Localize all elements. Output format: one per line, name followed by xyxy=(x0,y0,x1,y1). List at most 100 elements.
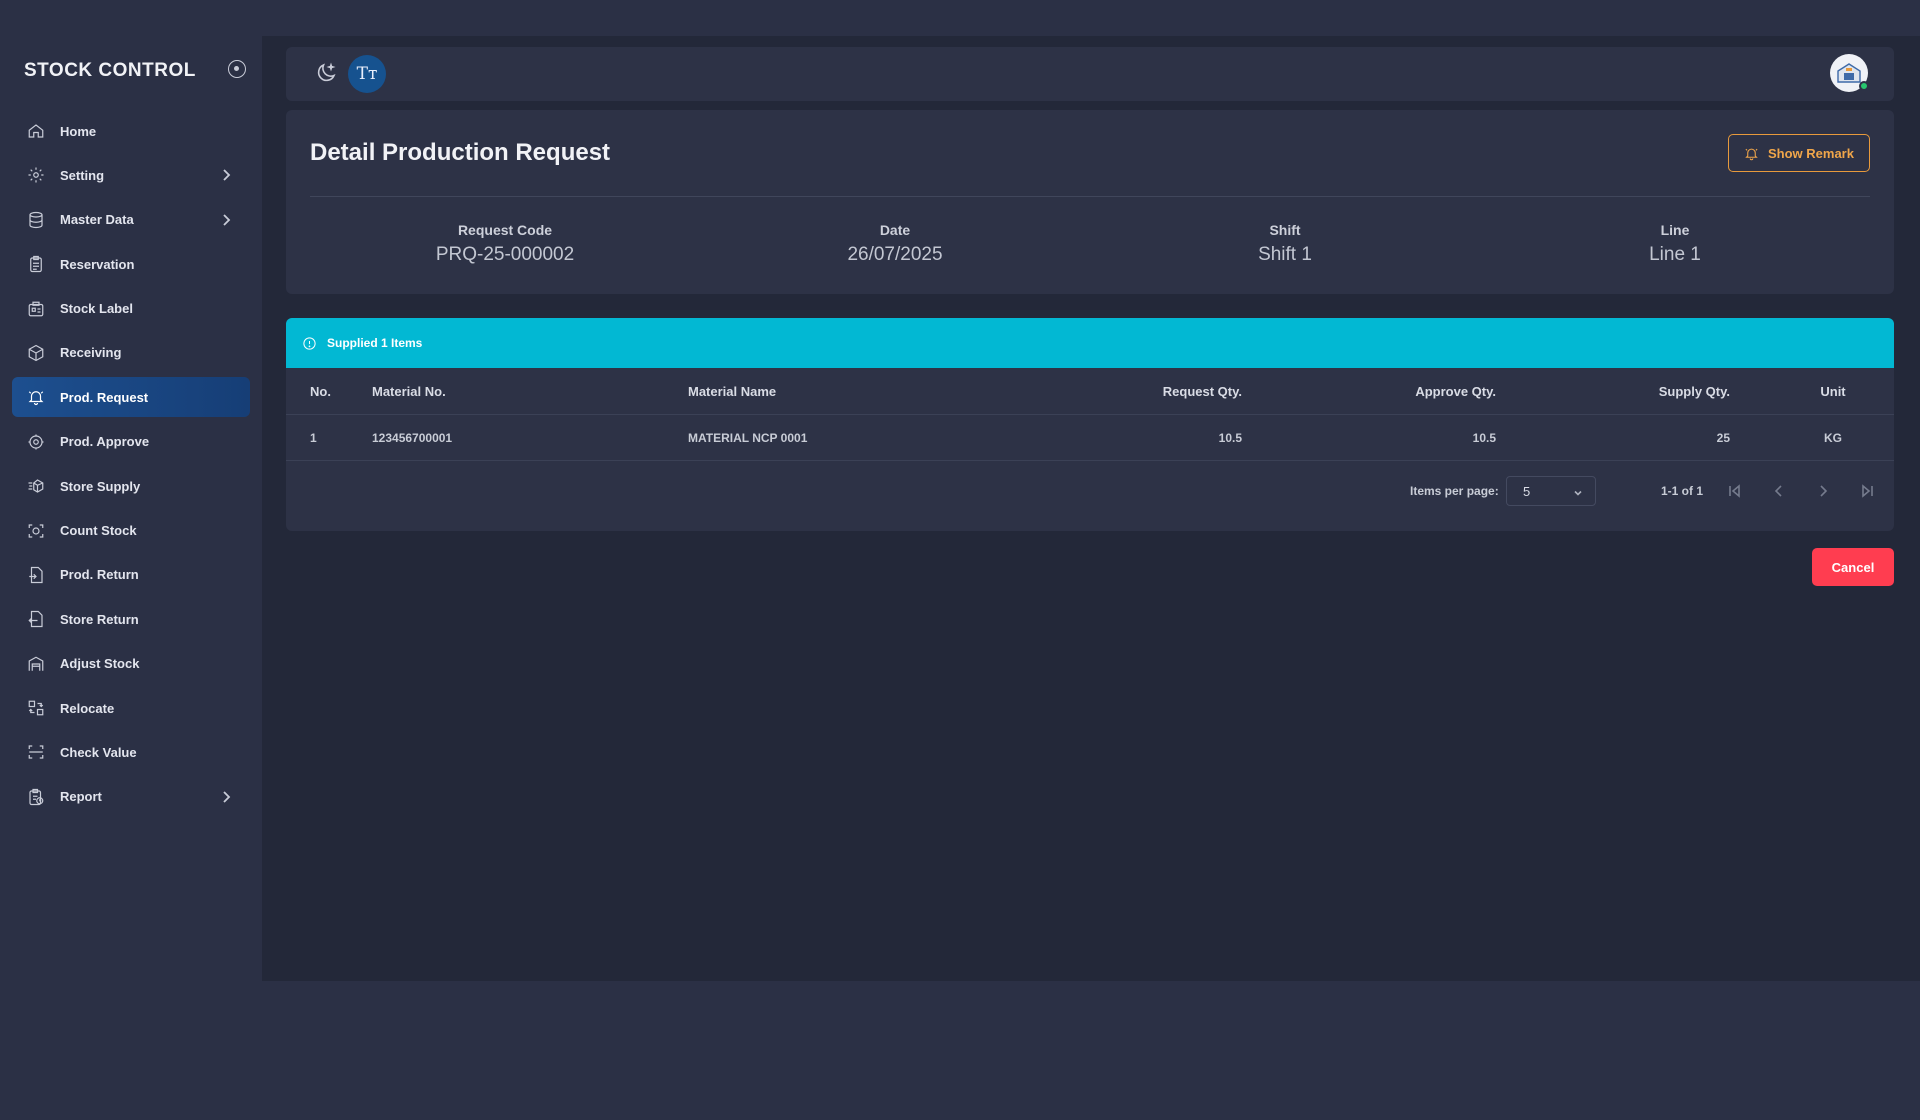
info-icon xyxy=(303,336,316,350)
sidebar-item-home[interactable]: Home xyxy=(12,111,250,151)
scan-icon xyxy=(26,521,46,541)
label-icon xyxy=(26,299,46,319)
sidebar-item-label: Prod. Request xyxy=(60,389,149,405)
cell-request-qty: 10.5 xyxy=(1218,430,1242,445)
info-label: Shift xyxy=(1269,222,1301,238)
cancel-button[interactable]: Cancel xyxy=(1812,548,1894,586)
last-page-icon xyxy=(1862,484,1873,498)
sidebar-item-count-stock[interactable]: Count Stock xyxy=(12,511,250,551)
table-header: No. Material No. Material Name Request Q… xyxy=(286,368,1894,415)
paginator: Items per page: 5 1-1 of 1 xyxy=(286,461,1894,523)
show-remark-button[interactable]: Show Remark xyxy=(1728,134,1870,172)
page-title: Detail Production Request xyxy=(310,139,611,166)
package-icon xyxy=(26,343,46,363)
database-icon xyxy=(26,210,46,230)
col-supply-qty[interactable]: Supply Qty. xyxy=(1659,368,1730,414)
col-approve-qty[interactable]: Approve Qty. xyxy=(1415,368,1496,414)
sidebar-item-master-data[interactable]: Master Data xyxy=(12,200,250,240)
chevron-right-icon xyxy=(218,789,234,805)
sidebar-item-label: Check Value xyxy=(60,744,137,760)
sidebar-item-stock-label[interactable]: Stock Label xyxy=(12,289,250,329)
warehouse-logo-icon xyxy=(1837,63,1861,83)
online-status-dot xyxy=(1859,81,1869,91)
sidebar-item-label: Count Stock xyxy=(60,523,137,539)
info-label: Date xyxy=(879,222,911,238)
items-per-page-label: Items per page: xyxy=(1410,484,1499,498)
warehouse-icon xyxy=(26,654,46,674)
sidebar-item-report[interactable]: Report xyxy=(12,777,250,817)
sidebar-item-prod-return[interactable]: Prod. Return xyxy=(12,555,250,595)
sidebar-item-label: Relocate xyxy=(60,700,115,716)
bell-icon xyxy=(26,387,46,407)
font-size-button[interactable]: Tт xyxy=(348,55,386,93)
sidebar-item-label: Setting xyxy=(60,167,105,183)
cell-material-name: MATERIAL NCP 0001 xyxy=(688,430,808,445)
items-table-card: Supplied 1 Items No. Material No. Materi… xyxy=(286,318,1894,531)
info-request-code: Request Code PRQ-25-000002 xyxy=(310,222,700,266)
sidebar-item-label: Prod. Return xyxy=(60,567,139,583)
cell-unit: KG xyxy=(1824,430,1842,445)
sidebar-item-store-supply[interactable]: Store Supply xyxy=(12,466,250,506)
info-shift: Shift Shift 1 xyxy=(1090,222,1480,266)
items-per-page-value: 5 xyxy=(1523,483,1531,499)
sidebar-item-adjust-stock[interactable]: Adjust Stock xyxy=(12,644,250,684)
bell-icon xyxy=(1745,148,1758,160)
sidebar-item-label: Receiving xyxy=(60,345,122,361)
sidebar-item-prod-approve[interactable]: Prod. Approve xyxy=(12,422,250,462)
sidebar-item-label: Reservation xyxy=(60,256,135,272)
info-line: Line Line 1 xyxy=(1480,222,1870,266)
sidebar-item-label: Prod. Approve xyxy=(60,434,150,450)
sidebar-item-check-value[interactable]: Check Value xyxy=(12,732,250,772)
cell-approve-qty: 10.5 xyxy=(1472,430,1496,445)
supplied-alert: Supplied 1 Items xyxy=(286,318,1894,368)
table-row[interactable]: 1 123456700001 MATERIAL NCP 0001 10.5 10… xyxy=(286,415,1894,461)
col-material-no[interactable]: Material No. xyxy=(372,368,446,414)
info-date: Date 26/07/2025 xyxy=(700,222,1090,266)
page-range: 1-1 of 1 xyxy=(1661,484,1704,498)
header-divider xyxy=(310,196,1870,197)
col-unit[interactable]: Unit xyxy=(1803,368,1863,414)
top-bar: Tт xyxy=(286,47,1894,101)
gear-check-icon xyxy=(26,432,46,452)
sidebar-item-setting[interactable]: Setting xyxy=(12,155,250,195)
info-value: PRQ-25-000002 xyxy=(435,244,575,265)
sidebar-item-prod-request[interactable]: Prod. Request xyxy=(12,377,250,418)
request-info-row: Request Code PRQ-25-000002 Date 26/07/20… xyxy=(310,222,1870,266)
frame-icon xyxy=(26,742,46,762)
info-value: Line 1 xyxy=(1649,244,1701,265)
last-page-button[interactable] xyxy=(1854,478,1880,504)
sidebar-item-reservation[interactable]: Reservation xyxy=(12,244,250,284)
brand-title: STOCK CONTROL xyxy=(24,60,196,81)
sidebar-item-relocate[interactable]: Relocate xyxy=(12,688,250,728)
show-remark-label: Show Remark xyxy=(1768,145,1854,161)
moon-icon[interactable] xyxy=(314,61,340,87)
sidebar-item-receiving[interactable]: Receiving xyxy=(12,333,250,373)
previous-page-button[interactable] xyxy=(1766,478,1792,504)
col-material-name[interactable]: Material Name xyxy=(688,368,776,414)
report-icon xyxy=(26,787,46,807)
info-label: Line xyxy=(1660,222,1690,238)
home-icon xyxy=(26,121,46,141)
sidebar-item-label: Report xyxy=(60,789,102,805)
sidebar-item-label: Store Return xyxy=(60,611,139,627)
first-page-icon xyxy=(1729,484,1740,498)
request-header-card: Detail Production Request Show Remark Re… xyxy=(286,110,1894,294)
sidebar-item-label: Master Data xyxy=(60,212,134,228)
items-per-page-select[interactable]: 5 xyxy=(1506,476,1596,506)
cell-material-no: 123456700001 xyxy=(372,430,453,445)
sidebar-item-label: Adjust Stock xyxy=(60,656,140,672)
sidebar-nav: Home Setting Master Data Reservation Stock L… xyxy=(12,111,250,821)
next-page-button[interactable] xyxy=(1810,478,1836,504)
avatar[interactable] xyxy=(1830,54,1869,92)
sidebar-item-store-return[interactable]: Store Return xyxy=(12,599,250,639)
col-request-qty[interactable]: Request Qty. xyxy=(1163,368,1242,414)
info-value: 26/07/2025 xyxy=(847,244,943,265)
relocate-icon xyxy=(26,698,46,718)
first-page-button[interactable] xyxy=(1722,478,1748,504)
chevron-right-icon xyxy=(1820,485,1828,497)
col-no[interactable]: No. xyxy=(310,368,331,414)
sidebar-toggle-icon[interactable] xyxy=(228,60,246,78)
info-label: Request Code xyxy=(457,222,553,238)
sidebar-item-label: Store Supply xyxy=(60,478,141,494)
gear-icon xyxy=(26,165,46,185)
